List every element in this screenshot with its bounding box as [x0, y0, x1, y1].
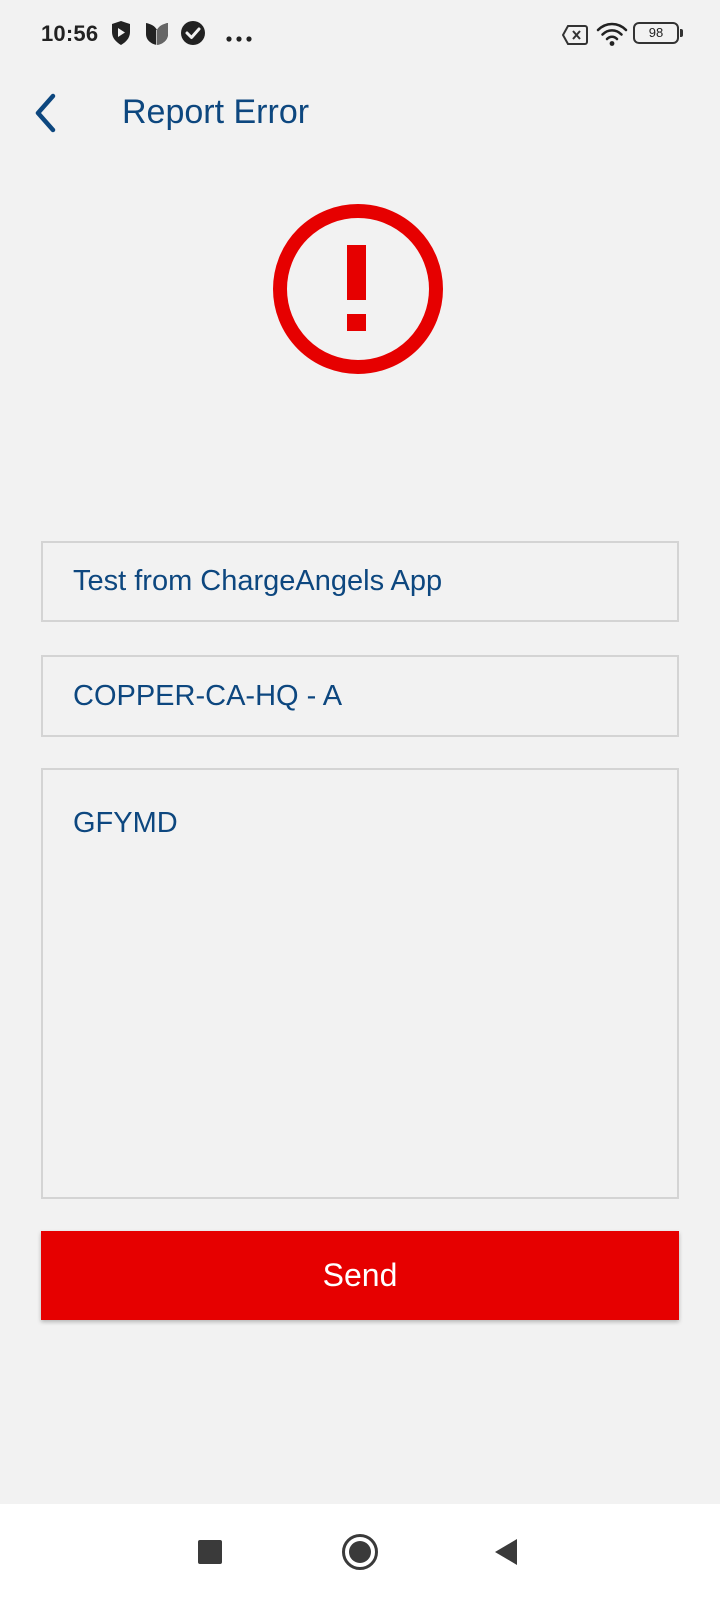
app-bar: Report Error — [0, 70, 720, 160]
status-bar: 10:56 98 — [0, 0, 720, 70]
back-nav-button[interactable] — [458, 1504, 554, 1600]
home-button[interactable] — [312, 1504, 408, 1600]
sim-off-icon — [561, 24, 588, 51]
recent-apps-button[interactable] — [162, 1504, 258, 1600]
wifi-icon — [596, 22, 628, 53]
error-exclamation-icon — [272, 203, 444, 375]
status-time: 10:56 — [41, 21, 99, 46]
report-error-screen: 10:56 98 Report Error Test from ChargeAn… — [0, 0, 720, 1600]
page-title: Report Error — [122, 93, 310, 131]
shield-play-icon — [110, 20, 132, 51]
location-field[interactable] — [41, 655, 679, 737]
navigation-bar — [0, 1504, 720, 1600]
battery-icon: 98 — [633, 22, 683, 44]
subject-field[interactable] — [41, 541, 679, 622]
home-icon — [342, 1534, 378, 1570]
back-button[interactable] — [24, 88, 68, 138]
message-field[interactable]: GFYMD — [41, 768, 679, 1199]
recent-apps-icon — [198, 1540, 222, 1564]
chevron-left-icon — [35, 93, 56, 133]
tulip-icon — [143, 20, 171, 51]
send-button[interactable]: Send — [41, 1231, 679, 1320]
more-dots-icon — [225, 30, 253, 48]
back-triangle-icon — [495, 1539, 517, 1565]
check-circle-icon — [180, 20, 206, 51]
